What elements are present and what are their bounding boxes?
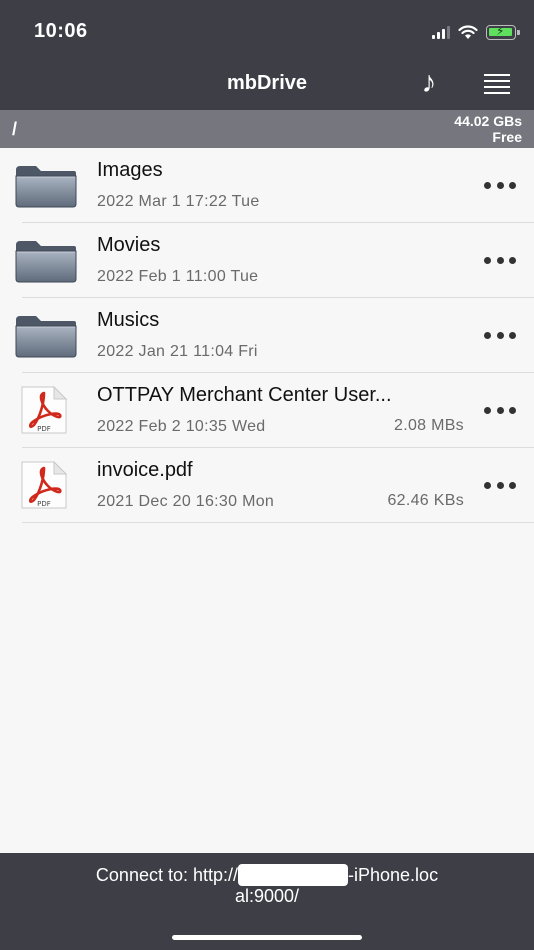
cellular-signal-icon: [432, 25, 450, 39]
folder-icon: [15, 316, 77, 358]
redacted-hostname: [238, 864, 349, 886]
file-name: invoice.pdf: [97, 459, 193, 481]
free-space-value: 44.02 GBs: [454, 113, 522, 129]
more-options-icon[interactable]: [484, 331, 516, 339]
file-name: Images: [97, 159, 163, 181]
file-size: 2.08 MBs: [394, 417, 464, 434]
menu-icon[interactable]: [484, 74, 510, 94]
pdf-file-icon: PDF: [21, 385, 68, 434]
list-item[interactable]: Musics 2022 Jan 21 11:04 Fri: [0, 298, 534, 373]
more-options-icon[interactable]: [484, 406, 516, 414]
svg-text:PDF: PDF: [37, 425, 51, 433]
file-list: Images 2022 Mar 1 17:22 Tue Movies 2022 …: [0, 148, 534, 523]
music-note-icon[interactable]: ♪: [414, 66, 444, 102]
folder-icon: [15, 166, 77, 208]
connect-prefix: Connect to: http://: [95, 865, 239, 885]
bottom-bar: Connect to: http:// -iPhone.loc al:9000/: [0, 853, 534, 950]
connect-url: Connect to: http:// -iPhone.loc al:9000/: [0, 864, 534, 907]
connect-line-2: al:9000/: [234, 886, 300, 906]
file-date: 2022 Feb 2 10:35 Wed: [97, 418, 266, 435]
battery-charging-icon: ⚡: [486, 24, 520, 40]
file-name: OTTPAY Merchant Center User...: [97, 384, 392, 406]
file-date: 2022 Mar 1 17:22 Tue: [97, 193, 260, 210]
status-icons: ⚡: [432, 22, 520, 42]
more-options-icon[interactable]: [484, 256, 516, 264]
divider: [22, 522, 534, 523]
file-date: 2022 Jan 21 11:04 Fri: [97, 343, 258, 360]
file-name: Movies: [97, 234, 161, 256]
list-item[interactable]: Images 2022 Mar 1 17:22 Tue: [0, 148, 534, 223]
pdf-file-icon: PDF: [21, 460, 68, 509]
svg-text:PDF: PDF: [37, 500, 51, 508]
more-options-icon[interactable]: [484, 181, 516, 189]
folder-icon: [15, 241, 77, 283]
status-time: 10:06: [34, 20, 88, 42]
list-item[interactable]: PDF OTTPAY Merchant Center User... 2022 …: [0, 373, 534, 448]
list-item[interactable]: Movies 2022 Feb 1 11:00 Tue: [0, 223, 534, 298]
current-path: /: [12, 119, 18, 139]
connect-suffix: -iPhone.loc: [348, 865, 439, 885]
free-space-label: Free: [492, 129, 522, 145]
list-item[interactable]: PDF invoice.pdf 2021 Dec 20 16:30 Mon 62…: [0, 448, 534, 523]
page-title: mbDrive: [226, 72, 308, 94]
file-name: Musics: [97, 309, 160, 331]
more-options-icon[interactable]: [484, 481, 516, 489]
wifi-icon: [458, 24, 478, 39]
file-date: 2022 Feb 1 11:00 Tue: [97, 268, 259, 285]
top-bar: 10:06 ⚡ mbDrive ♪: [0, 0, 534, 110]
file-date: 2021 Dec 20 16:30 Mon: [97, 493, 275, 510]
path-bar: / 44.02 GBs Free: [0, 110, 534, 148]
home-indicator[interactable]: [172, 935, 362, 940]
file-size: 62.46 KBs: [387, 492, 464, 509]
free-space: 44.02 GBs Free: [454, 113, 522, 145]
